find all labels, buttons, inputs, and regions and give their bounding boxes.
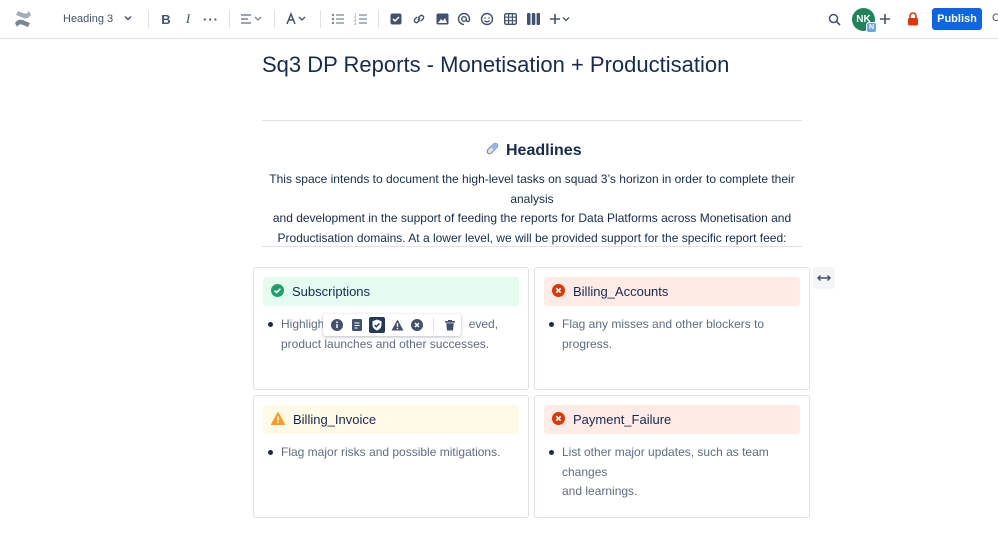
list-item: Flag major risks and possible mitigation… xyxy=(266,443,516,463)
list-item-text: product launches and other successes. xyxy=(281,336,490,351)
invite-add-icon[interactable] xyxy=(877,9,893,29)
list-item: List other major updates, such as team c… xyxy=(547,443,802,502)
toolbar-divider xyxy=(378,10,379,28)
list-item-text: eved, xyxy=(468,317,499,331)
avatar-badge: N xyxy=(866,22,877,33)
italic-icon[interactable]: I xyxy=(183,9,193,29)
list-item-text: List other major updates, such as team c… xyxy=(562,445,769,479)
close-button-partial[interactable]: C xyxy=(992,12,998,24)
success-panel[interactable]: Subscriptions xyxy=(263,277,519,306)
mention-icon[interactable] xyxy=(457,9,471,29)
panel-title: Payment_Failure xyxy=(573,412,672,427)
cross-circle-icon xyxy=(552,411,565,428)
publish-button[interactable]: Publish xyxy=(932,8,982,30)
panel-type-toolbar xyxy=(323,314,461,336)
panel-title: Billing_Accounts xyxy=(573,284,669,299)
bullet-list-icon[interactable] xyxy=(331,9,345,29)
cross-circle-icon xyxy=(552,283,565,300)
error-panel[interactable]: Payment_Failure xyxy=(544,405,800,434)
link-icon[interactable] xyxy=(412,9,426,29)
expand-layout-button[interactable] xyxy=(813,267,835,289)
intro-line: and development in the support of feedin… xyxy=(272,211,792,225)
warning-icon[interactable] xyxy=(389,317,405,333)
toolbar-divider xyxy=(433,318,434,332)
headline-heading[interactable]: Headlines xyxy=(485,141,582,161)
avatar-badge-label: N xyxy=(868,24,875,31)
list-item-text: Flag major risks and possible mitigation… xyxy=(281,445,501,459)
bullet-list[interactable]: Flag major risks and possible mitigation… xyxy=(266,443,516,463)
note-icon[interactable] xyxy=(349,317,365,333)
confluence-logo-icon[interactable] xyxy=(13,9,33,34)
headline-text: Headlines xyxy=(506,142,582,159)
intro-line: This space intends to document the high-… xyxy=(269,172,795,206)
toolbar-divider xyxy=(148,10,149,28)
image-icon[interactable] xyxy=(435,9,449,29)
text-style-dropdown[interactable]: Heading 3 xyxy=(56,8,133,30)
warning-panel[interactable]: Billing_Invoice xyxy=(263,405,519,434)
info-icon[interactable] xyxy=(329,317,345,333)
bullet-list[interactable]: List other major updates, such as team c… xyxy=(547,443,802,502)
list-item: Flag any misses and other blockers to pr… xyxy=(547,315,802,354)
text-color-icon[interactable] xyxy=(285,9,309,29)
divider xyxy=(262,246,802,247)
svg-text:3: 3 xyxy=(354,21,357,25)
emoji-icon[interactable] xyxy=(480,9,494,29)
editor-toolbar: Heading 3 B I ··· 123 NK N Publish C xyxy=(0,0,998,39)
search-icon[interactable] xyxy=(827,9,841,29)
chevron-down-icon xyxy=(123,13,133,26)
insert-more-icon[interactable] xyxy=(549,9,571,29)
success-icon[interactable] xyxy=(369,317,385,333)
restrictions-lock-icon[interactable] xyxy=(906,9,920,29)
text-style-label: Heading 3 xyxy=(63,13,114,25)
list-item-text: Highlight xyxy=(281,317,328,331)
warning-icon xyxy=(271,411,285,428)
arrows-horizontal-icon xyxy=(817,269,831,287)
toolbar-divider xyxy=(320,10,321,28)
pill-icon xyxy=(485,141,500,161)
bold-icon[interactable]: B xyxy=(160,9,172,29)
more-formatting-icon[interactable]: ··· xyxy=(203,9,218,29)
bullet-list[interactable]: Flag any misses and other blockers to pr… xyxy=(547,315,802,354)
panel-title: Billing_Invoice xyxy=(293,412,377,427)
error-panel[interactable]: Billing_Accounts xyxy=(544,277,800,306)
list-item-text: and learnings. xyxy=(562,484,638,498)
check-circle-icon xyxy=(271,283,284,300)
page-title[interactable]: Sq3 DP Reports - Monetisation + Producti… xyxy=(262,52,729,78)
toolbar-divider xyxy=(274,10,275,28)
panel-title: Subscriptions xyxy=(292,284,371,299)
divider xyxy=(262,120,802,121)
error-icon[interactable] xyxy=(409,317,425,333)
layouts-icon[interactable] xyxy=(526,9,540,29)
text-alignment-icon[interactable] xyxy=(240,9,262,29)
list-item-text: Flag any misses and other blockers to pr… xyxy=(562,317,765,351)
intro-paragraph[interactable]: This space intends to document the high-… xyxy=(256,170,808,248)
delete-icon[interactable] xyxy=(442,317,458,333)
numbered-list-icon[interactable]: 123 xyxy=(354,9,368,29)
toolbar-divider xyxy=(229,10,230,28)
table-icon[interactable] xyxy=(503,9,517,29)
action-item-icon[interactable] xyxy=(389,9,403,29)
